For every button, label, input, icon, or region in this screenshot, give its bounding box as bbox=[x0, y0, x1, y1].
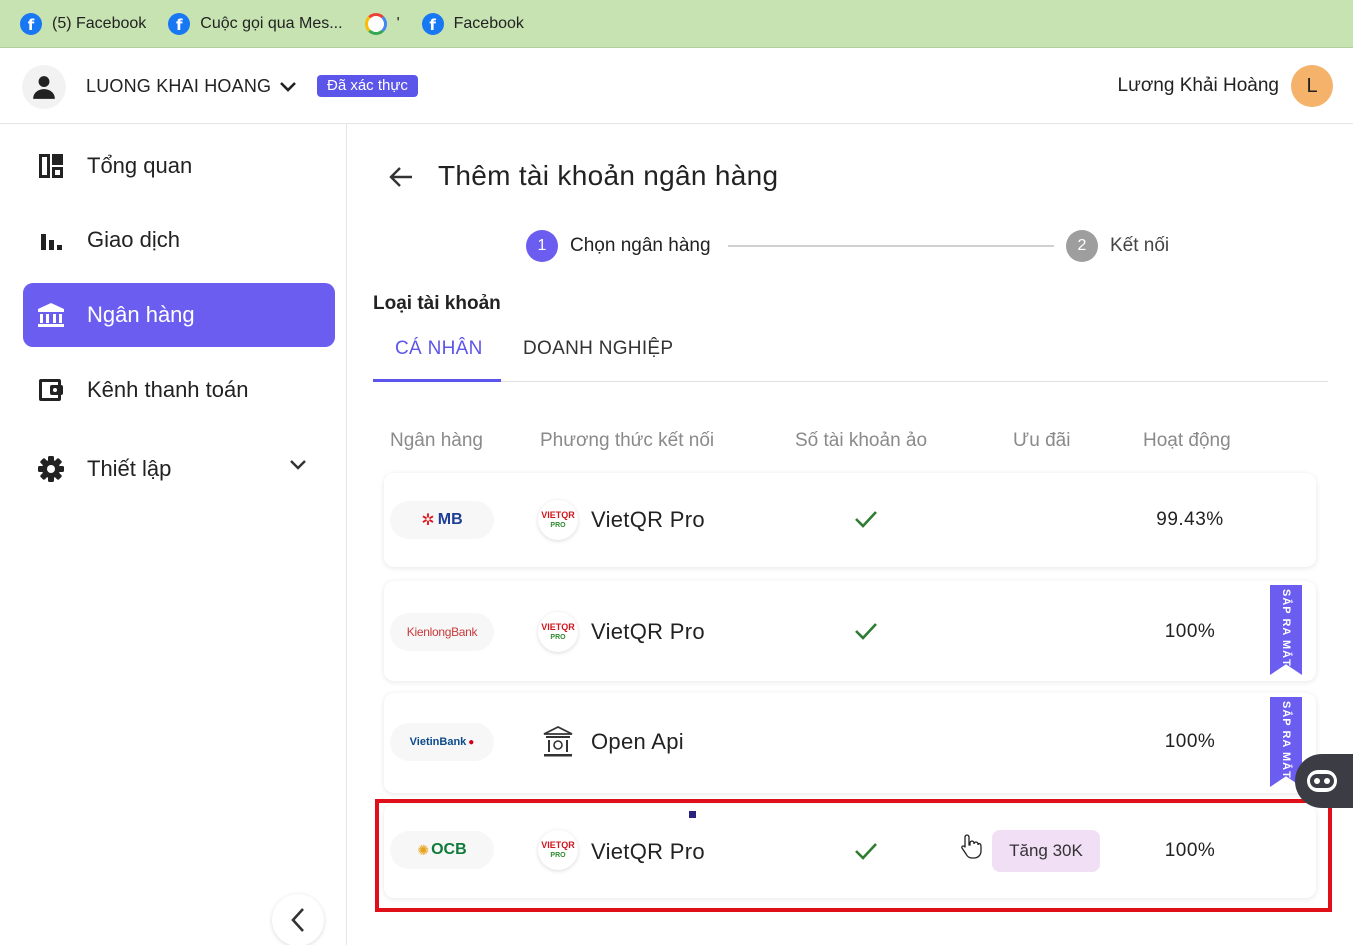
bookmark-facebook[interactable]: f Facebook bbox=[421, 12, 524, 35]
uptime-value: 100% bbox=[1164, 731, 1216, 752]
step-connector bbox=[728, 245, 1054, 247]
chevron-left-icon bbox=[291, 908, 304, 932]
step-2-number: 2 bbox=[1066, 230, 1098, 262]
coming-soon-ribbon: SẮP RA MẮT bbox=[1270, 585, 1302, 675]
column-header-promo: Ưu đãi bbox=[1013, 430, 1071, 451]
bookmark-label: (5) Facebook bbox=[52, 14, 147, 32]
bookmark-label: Facebook bbox=[453, 14, 524, 32]
active-tab-indicator bbox=[373, 379, 501, 382]
person-icon bbox=[33, 76, 55, 99]
sidebar-item-bank[interactable]: Ngân hàng bbox=[23, 283, 335, 347]
sidebar-item-payment-channel[interactable]: Kênh thanh toán bbox=[23, 358, 335, 422]
check-icon bbox=[855, 623, 877, 640]
bank-row-vietinbank[interactable]: VietinBank ● Open Api 100% SẮP RA MẮT bbox=[384, 693, 1316, 793]
connection-method: VietQR Pro bbox=[591, 507, 705, 532]
check-icon bbox=[855, 511, 877, 528]
kienlongbank-logo: KienlongBank bbox=[390, 613, 494, 651]
account-name: LUONG KHAI HOANG bbox=[86, 76, 272, 96]
facebook-icon: f bbox=[20, 12, 42, 35]
chevron-down-icon bbox=[280, 81, 297, 92]
hand-cursor-icon bbox=[961, 834, 982, 859]
sidebar-item-overview[interactable]: Tổng quan bbox=[23, 134, 335, 198]
tab-personal[interactable]: CÁ NHÂN bbox=[395, 338, 483, 360]
tab-business[interactable]: DOANH NGHIỆP bbox=[523, 338, 673, 360]
bookmark-facebook-notifications[interactable]: f (5) Facebook bbox=[20, 12, 147, 35]
chatbot-icon bbox=[1307, 770, 1337, 792]
dashboard-icon bbox=[37, 152, 65, 180]
collapse-sidebar-button[interactable] bbox=[272, 894, 324, 945]
wallet-icon bbox=[37, 376, 65, 404]
facebook-icon: f bbox=[168, 12, 191, 35]
bank-row-mb[interactable]: ✲ MB VIETQR PRO VietQR Pro 99.43% bbox=[384, 473, 1316, 567]
account-type-tabs: CÁ NHÂN DOANH NGHIỆP bbox=[373, 334, 1328, 382]
bar-chart-icon bbox=[37, 226, 65, 254]
bank-icon bbox=[37, 301, 65, 329]
vietqr-pro-icon: VIETQR PRO bbox=[538, 612, 578, 652]
page-title: Thêm tài khoản ngân hàng bbox=[438, 160, 779, 191]
sidebar: Tổng quan Giao dịch Ngân hàng Kênh thanh… bbox=[0, 124, 347, 945]
uptime-value: 99.43% bbox=[1156, 509, 1224, 530]
step-1-number: 1 bbox=[526, 230, 558, 262]
gear-icon bbox=[37, 455, 65, 483]
uptime-value: 100% bbox=[1164, 621, 1216, 642]
user-avatar[interactable]: L bbox=[1291, 65, 1333, 107]
vietinbank-logo: VietinBank ● bbox=[390, 723, 494, 761]
bookmark-label: Cuộc gọi qua Mes... bbox=[200, 14, 343, 32]
column-header-bank: Ngân hàng bbox=[390, 430, 483, 451]
account-type-label: Loại tài khoản bbox=[373, 293, 501, 314]
step-2-label: Kết nối bbox=[1110, 235, 1170, 256]
facebook-icon: f bbox=[421, 12, 444, 35]
connection-method: VietQR Pro bbox=[591, 619, 705, 644]
account-avatar[interactable] bbox=[22, 65, 66, 109]
bookmarks-bar: f (5) Facebook f Cuộc gọi qua Mes... ' f… bbox=[0, 0, 1353, 48]
chevron-down-icon bbox=[290, 460, 306, 470]
stepper: 1 Chọn ngân hàng 2 Kết nối bbox=[526, 230, 1186, 262]
sidebar-item-label: Tổng quan bbox=[87, 153, 193, 178]
bank-row-kienlongbank[interactable]: KienlongBank VIETQR PRO VietQR Pro 100% S… bbox=[384, 581, 1316, 681]
vietqr-pro-icon: VIETQR PRO bbox=[538, 500, 578, 540]
back-arrow-icon[interactable] bbox=[388, 166, 414, 188]
sidebar-item-label: Ngân hàng bbox=[87, 302, 195, 327]
open-api-icon bbox=[538, 722, 578, 762]
step-1-label: Chọn ngân hàng bbox=[570, 235, 711, 256]
google-icon bbox=[364, 12, 387, 35]
user-name: Lương Khải Hoàng bbox=[1117, 75, 1279, 96]
chat-widget-button[interactable] bbox=[1295, 754, 1353, 808]
account-switcher[interactable]: LUONG KHAI HOANG bbox=[86, 76, 297, 97]
sidebar-item-label: Kênh thanh toán bbox=[87, 377, 249, 402]
verified-badge: Đã xác thực bbox=[317, 75, 418, 97]
bookmark-messenger-call[interactable]: f Cuộc gọi qua Mes... bbox=[168, 12, 343, 35]
sidebar-item-label: Giao dịch bbox=[87, 227, 180, 252]
sidebar-item-label: Thiết lập bbox=[87, 456, 172, 481]
bookmark-label: ' bbox=[396, 14, 400, 32]
sidebar-item-settings[interactable]: Thiết lập bbox=[23, 437, 335, 501]
highlight-box bbox=[375, 799, 1332, 912]
bookmark-google[interactable]: ' bbox=[364, 12, 400, 35]
mb-bank-logo: ✲ MB bbox=[390, 501, 494, 539]
sidebar-item-transactions[interactable]: Giao dịch bbox=[23, 208, 335, 272]
column-header-virtual-account: Số tài khoản ảo bbox=[795, 430, 928, 451]
column-header-method: Phương thức kết nối bbox=[540, 430, 715, 451]
app-header: LUONG KHAI HOANG Đã xác thực Lương Khải … bbox=[0, 49, 1353, 124]
connection-method: Open Api bbox=[591, 729, 684, 754]
column-header-uptime: Hoạt động bbox=[1143, 430, 1231, 451]
